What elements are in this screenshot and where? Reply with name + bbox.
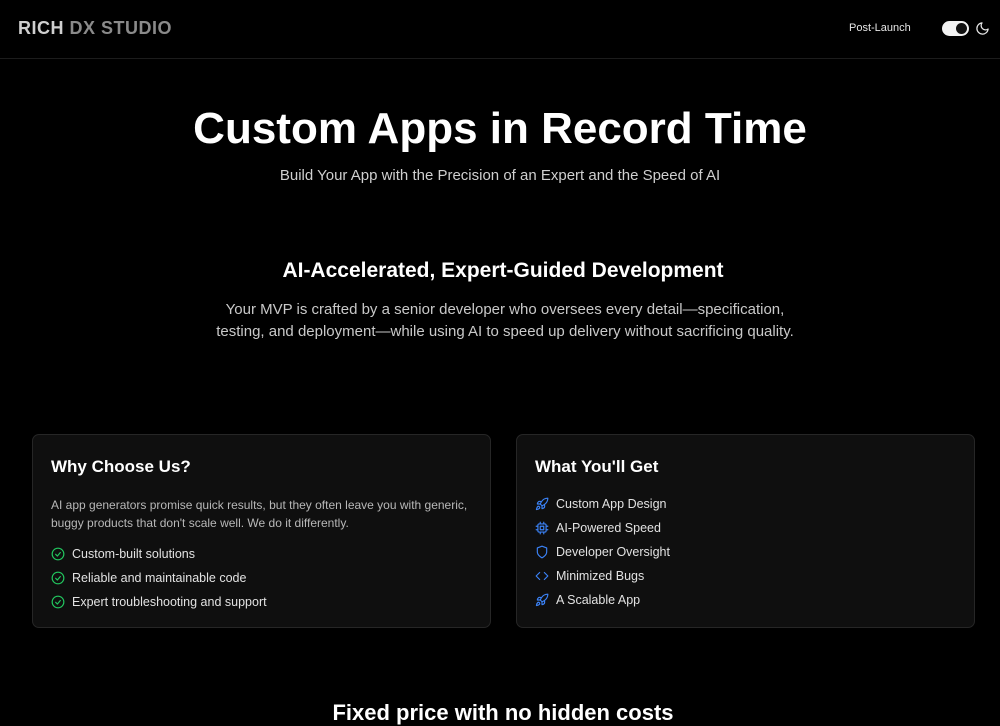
what-you-get-card: What You'll Get Custom App Design AI-Pow… bbox=[516, 434, 975, 628]
list-item-label: Reliable and maintainable code bbox=[72, 571, 247, 585]
list-item-label: A Scalable App bbox=[556, 593, 641, 607]
section-description: Your MVP is crafted by a senior develope… bbox=[216, 301, 794, 340]
list-item: Custom-built solutions bbox=[51, 542, 267, 566]
list-item-label: Custom-built solutions bbox=[72, 547, 195, 561]
section-title: AI-Accelerated, Expert-Guided Developmen… bbox=[282, 259, 724, 282]
list-item-label: AI-Powered Speed bbox=[556, 521, 661, 535]
why-choose-us-card: Why Choose Us? AI app generators promise… bbox=[32, 434, 491, 628]
card-title: What You'll Get bbox=[535, 457, 659, 476]
nav-link-post-launch[interactable]: Post-Launch bbox=[849, 22, 911, 34]
cpu-icon bbox=[535, 521, 549, 535]
moon-icon bbox=[976, 22, 989, 35]
deliverables-list: Custom App Design AI-Powered Speed Devel… bbox=[535, 492, 670, 612]
list-item: Custom App Design bbox=[535, 492, 670, 516]
toggle-knob bbox=[956, 23, 967, 34]
code-icon bbox=[535, 571, 549, 581]
pricing-title: Fixed price with no hidden costs bbox=[332, 700, 674, 725]
brand-logo[interactable]: RICH DX STUDIO bbox=[18, 18, 172, 39]
rocket-icon bbox=[535, 593, 549, 607]
benefits-list: Custom-built solutions Reliable and main… bbox=[51, 542, 267, 614]
list-item: Minimized Bugs bbox=[535, 564, 670, 588]
list-item: Reliable and maintainable code bbox=[51, 566, 267, 590]
list-item: A Scalable App bbox=[535, 588, 670, 612]
list-item-label: Custom App Design bbox=[556, 497, 667, 511]
theme-toggle[interactable] bbox=[942, 21, 969, 36]
check-circle-icon bbox=[51, 547, 65, 561]
top-navbar: RICH DX STUDIO Post-Launch bbox=[0, 0, 1000, 59]
hero-subtitle: Build Your App with the Precision of an … bbox=[279, 167, 721, 184]
check-circle-icon bbox=[51, 571, 65, 585]
card-description: AI app generators promise quick results,… bbox=[51, 498, 468, 530]
rocket-icon bbox=[535, 497, 549, 511]
brand-name-secondary: DX STUDIO bbox=[69, 18, 173, 38]
shield-icon bbox=[536, 545, 548, 559]
check-circle-icon bbox=[51, 595, 65, 609]
brand-name-primary: RICH bbox=[18, 18, 64, 38]
card-title: Why Choose Us? bbox=[51, 457, 191, 476]
list-item-label: Developer Oversight bbox=[556, 545, 670, 559]
hero-title: Custom Apps in Record Time bbox=[193, 104, 807, 153]
list-item: AI-Powered Speed bbox=[535, 516, 670, 540]
list-item-label: Expert troubleshooting and support bbox=[72, 595, 267, 609]
list-item: Developer Oversight bbox=[535, 540, 670, 564]
list-item-label: Minimized Bugs bbox=[556, 569, 645, 583]
list-item: Expert troubleshooting and support bbox=[51, 590, 267, 614]
